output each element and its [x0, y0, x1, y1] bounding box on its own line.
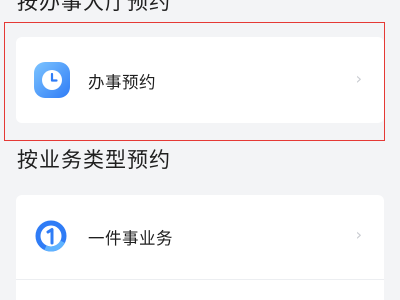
appointment-page: 按办事大厅预约 办事预约 › 按业务类型预约 一件事业务 › [0, 0, 400, 300]
row-one-item-business[interactable]: 一件事业务 › [16, 195, 384, 277]
row-office-appointment[interactable]: 办事预约 › [16, 37, 384, 123]
hall-card: 办事预约 › [16, 37, 384, 123]
section-title-hall: 按办事大厅预约 [17, 0, 171, 14]
chevron-right-icon: › [355, 225, 362, 244]
section-title-business-type: 按业务类型预约 [17, 148, 171, 172]
chevron-right-icon: › [355, 69, 362, 88]
one-item-icon [35, 220, 67, 252]
clock-icon [33, 61, 71, 99]
row-label-one-item-business: 一件事业务 [88, 229, 173, 248]
row-divider [16, 279, 384, 280]
row-label-office-appointment: 办事预约 [88, 73, 156, 92]
business-type-card: 一件事业务 › [16, 195, 384, 300]
